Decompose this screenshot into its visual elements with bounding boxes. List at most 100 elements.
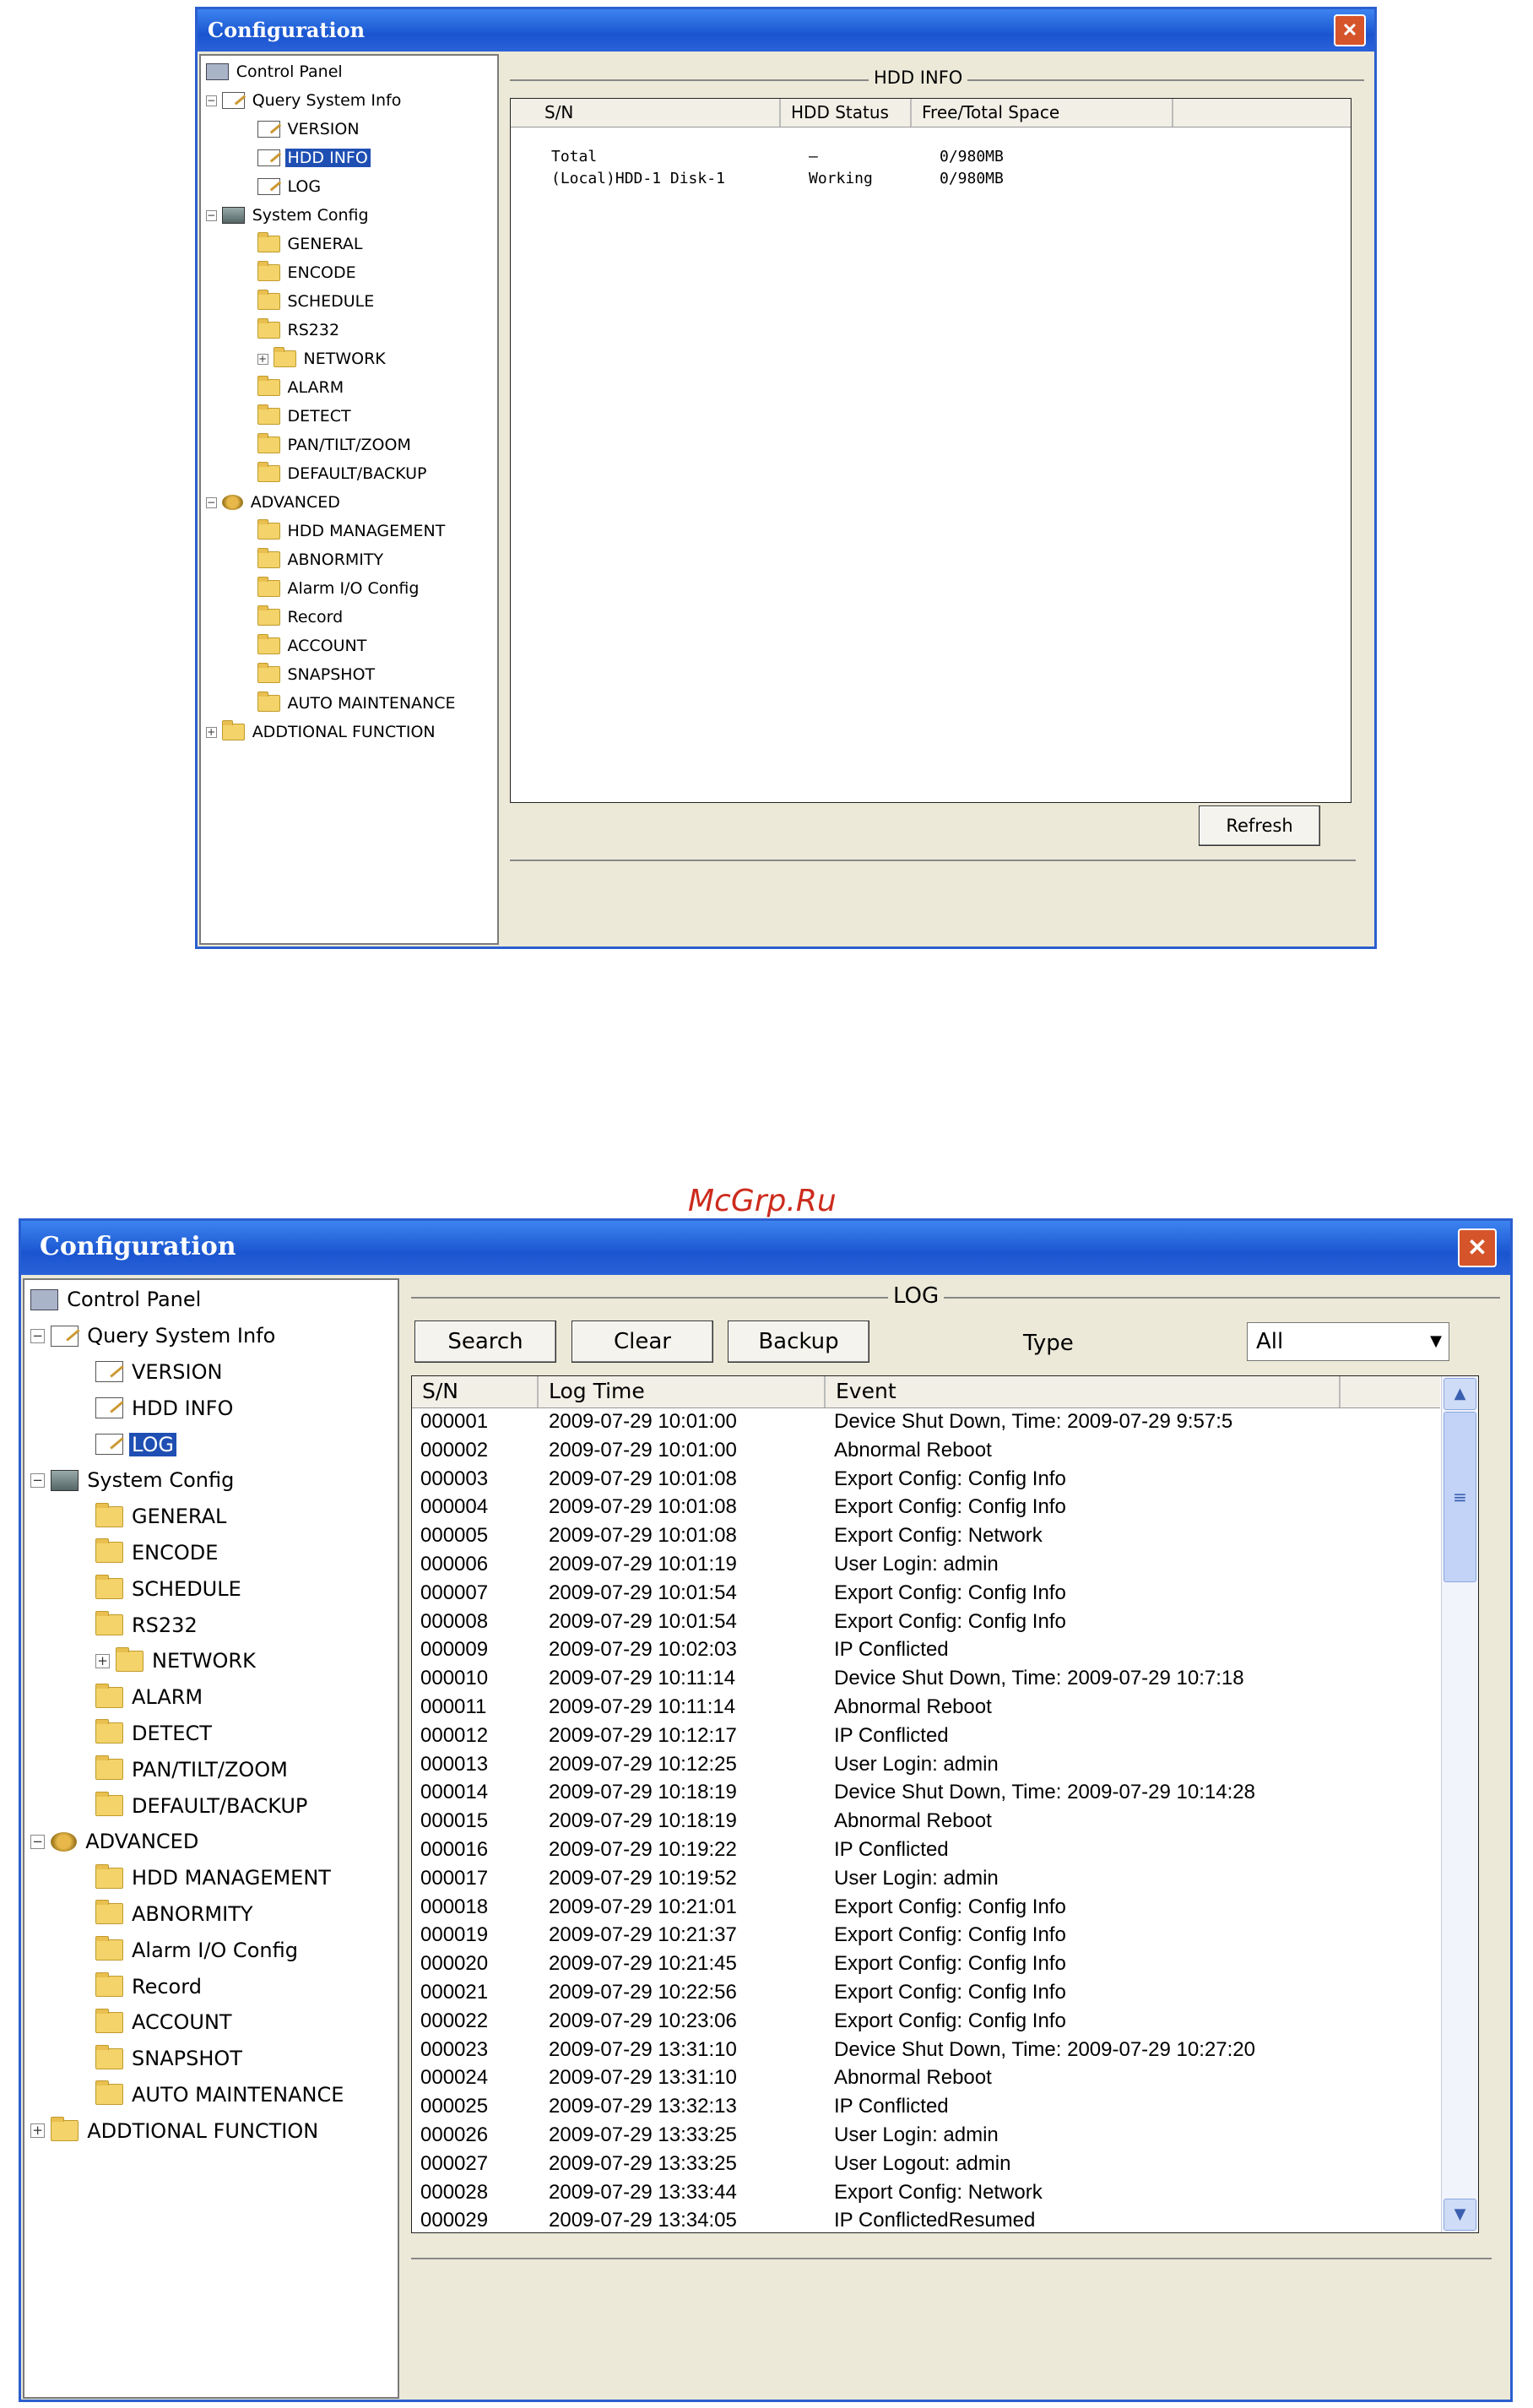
table-row[interactable]: 000015 2009-07-29 10:18:19 Abnormal Reboot	[420, 1809, 1425, 1833]
collapse-icon[interactable]: −	[30, 1834, 46, 1849]
tree-item-hdd-management[interactable]: HDD MANAGEMENT	[95, 1860, 333, 1896]
tree-item-default-backup[interactable]: DEFAULT/BACKUP	[95, 1787, 310, 1824]
table-row[interactable]: 000012 2009-07-29 10:12:17 IP Conflicted	[420, 1724, 1425, 1748]
tree-item-log[interactable]: LOG	[95, 1426, 177, 1462]
title-bar[interactable]: Configuration ✕	[21, 1221, 1510, 1275]
title-bar[interactable]: Configuration ✕	[198, 9, 1374, 52]
collapse-icon[interactable]: −	[30, 1328, 46, 1343]
tree-item-snapshot[interactable]: SNAPSHOT	[95, 2041, 245, 2077]
table-row[interactable]: Total – 0/980MB	[551, 148, 1193, 165]
tree-item-snapshot[interactable]: SNAPSHOT	[257, 660, 378, 689]
tree-item-system-config[interactable]: − System Config	[30, 1462, 236, 1499]
refresh-button[interactable]: Refresh	[1199, 805, 1320, 846]
table-row[interactable]: 000014 2009-07-29 10:18:19 Device Shut Dow…	[420, 1781, 1425, 1804]
table-row[interactable]: 000013 2009-07-29 10:12:25 User Login: adm…	[420, 1753, 1425, 1776]
tree-item-control-panel[interactable]: Control Panel	[30, 1282, 203, 1318]
table-row[interactable]: 000004 2009-07-29 10:01:08 Export Config: …	[420, 1495, 1425, 1519]
table-row[interactable]: 000005 2009-07-29 10:01:08 Export Config: …	[420, 1524, 1425, 1548]
scroll-thumb[interactable]: ≡	[1444, 1412, 1476, 1582]
table-row[interactable]: 000026 2009-07-29 13:33:25 User Login: adm…	[420, 2123, 1425, 2147]
tree-item-addtional-function[interactable]: + ADDTIONAL FUNCTION	[30, 2112, 321, 2149]
tree-item-alarm[interactable]: ALARM	[257, 373, 347, 402]
collapse-icon[interactable]: −	[205, 209, 217, 221]
tree-item-pan-tilt-zoom[interactable]: PAN/TILT/ZOOM	[95, 1751, 290, 1787]
tree-item-encode[interactable]: ENCODE	[95, 1535, 220, 1571]
tree-item-account[interactable]: ACCOUNT	[95, 2004, 235, 2041]
table-row[interactable]: 000001 2009-07-29 10:01:00 Device Shut Dow…	[420, 1410, 1425, 1434]
tree-item-schedule[interactable]: SCHEDULE	[95, 1570, 244, 1607]
tree-item-addtional-function[interactable]: + ADDTIONAL FUNCTION	[205, 718, 438, 746]
tree-item-network[interactable]: + NETWORK	[95, 1643, 258, 1679]
column-header-free-total-space[interactable]: Free/Total Space	[912, 99, 1173, 127]
collapse-icon[interactable]: −	[30, 1472, 46, 1488]
expand-icon[interactable]: +	[95, 1653, 110, 1668]
tree-item-abnormity[interactable]: ABNORMITY	[257, 545, 387, 574]
tree-item-account[interactable]: ACCOUNT	[257, 632, 370, 660]
table-row[interactable]: 000027 2009-07-29 13:33:25 User Logout: ad…	[420, 2152, 1425, 2176]
column-header-hdd-status[interactable]: HDD Status	[781, 99, 912, 127]
table-row[interactable]: 000019 2009-07-29 10:21:37 Export Config: …	[420, 1923, 1425, 1947]
table-row[interactable]: 000009 2009-07-29 10:02:03 IP Conflicted	[420, 1638, 1425, 1662]
table-row[interactable]: 000002 2009-07-29 10:01:00 Abnormal Reboot	[420, 1439, 1425, 1462]
table-row[interactable]: 000006 2009-07-29 10:01:19 User Login: adm…	[420, 1553, 1425, 1576]
tree-item-default-backup[interactable]: DEFAULT/BACKUP	[257, 459, 430, 488]
close-button[interactable]: ✕	[1334, 14, 1366, 46]
collapse-icon[interactable]: −	[205, 496, 217, 508]
tree-item-alarm-i-o-config[interactable]: Alarm I/O Config	[257, 574, 422, 603]
expand-icon[interactable]: +	[205, 726, 217, 738]
tree-item-schedule[interactable]: SCHEDULE	[257, 287, 377, 316]
search-button[interactable]: Search	[414, 1321, 556, 1363]
table-row[interactable]: 000016 2009-07-29 10:19:22 IP Conflicted	[420, 1838, 1425, 1862]
collapse-icon[interactable]: −	[205, 95, 217, 106]
tree-item-record[interactable]: Record	[257, 603, 346, 632]
tree-item-alarm[interactable]: ALARM	[95, 1679, 205, 1716]
tree-item-advanced[interactable]: − ADVANCED	[30, 1824, 201, 1860]
tree-item-auto-maintenance[interactable]: AUTO MAINTENANCE	[95, 2077, 346, 2113]
expand-icon[interactable]: +	[30, 2123, 46, 2139]
table-row[interactable]: 000007 2009-07-29 10:01:54 Export Config: …	[420, 1581, 1425, 1605]
tree-item-pan-tilt-zoom[interactable]: PAN/TILT/ZOOM	[257, 431, 414, 459]
tree-item-record[interactable]: Record	[95, 1968, 204, 2004]
table-row[interactable]: 000017 2009-07-29 10:19:52 User Login: adm…	[420, 1867, 1425, 1890]
tree-item-network[interactable]: + NETWORK	[257, 344, 388, 373]
tree-item-general[interactable]: GENERAL	[257, 230, 366, 258]
tree-item-encode[interactable]: ENCODE	[257, 258, 359, 287]
table-row[interactable]: 000024 2009-07-29 13:31:10 Abnormal Reboot	[420, 2066, 1425, 2090]
table-row[interactable]: 000011 2009-07-29 10:11:14 Abnormal Reboot	[420, 1695, 1425, 1719]
table-row[interactable]: 000028 2009-07-29 13:33:44 Export Config: …	[420, 2181, 1425, 2205]
scroll-up-button[interactable]: ▲	[1444, 1378, 1476, 1410]
table-row[interactable]: 000025 2009-07-29 13:32:13 IP Conflicted	[420, 2095, 1425, 2118]
tree-item-query-system-info[interactable]: − Query System Info	[205, 86, 404, 115]
expand-icon[interactable]: +	[257, 353, 268, 365]
tree-item-auto-maintenance[interactable]: AUTO MAINTENANCE	[257, 689, 458, 718]
close-button[interactable]: ✕	[1458, 1228, 1497, 1267]
tree-item-version[interactable]: VERSION	[95, 1354, 225, 1391]
tree-item-advanced[interactable]: − ADVANCED	[205, 488, 343, 517]
table-row[interactable]: (Local)HDD-1 Disk-1 Working 0/980MB	[551, 170, 1193, 187]
scroll-down-button[interactable]: ▼	[1444, 2199, 1476, 2231]
table-row[interactable]: 000020 2009-07-29 10:21:45 Export Config: …	[420, 1952, 1425, 1976]
type-select[interactable]: All ▼	[1247, 1322, 1449, 1361]
vertical-scrollbar[interactable]: ▲ ≡ ▼	[1441, 1376, 1478, 2232]
column-header-sn[interactable]: S/N	[511, 99, 781, 127]
tree-item-system-config[interactable]: − System Config	[205, 201, 371, 230]
table-row[interactable]: 000003 2009-07-29 10:01:08 Export Config: …	[420, 1467, 1425, 1491]
tree-item-detect[interactable]: DETECT	[257, 402, 354, 431]
table-row[interactable]: 000022 2009-07-29 10:23:06 Export Config: …	[420, 2009, 1425, 2033]
clear-button[interactable]: Clear	[571, 1321, 713, 1363]
column-header-log-time[interactable]: Log Time	[539, 1376, 826, 1407]
tree-item-hdd-info[interactable]: HDD INFO	[257, 144, 371, 172]
tree-item-detect[interactable]: DETECT	[95, 1716, 214, 1752]
tree-item-log[interactable]: LOG	[257, 172, 324, 201]
tree-item-abnormity[interactable]: ABNORMITY	[95, 1896, 256, 1933]
tree-item-query-system-info[interactable]: − Query System Info	[30, 1318, 278, 1354]
tree-item-rs232[interactable]: RS232	[257, 316, 343, 344]
tree-item-control-panel[interactable]: Control Panel	[205, 57, 345, 86]
table-row[interactable]: 000029 2009-07-29 13:34:05 IP ConflictedRe…	[420, 2209, 1425, 2232]
column-header-event[interactable]: Event	[826, 1376, 1341, 1407]
table-row[interactable]: 000023 2009-07-29 13:31:10 Device Shut Dow…	[420, 2038, 1425, 2062]
table-row[interactable]: 000021 2009-07-29 10:22:56 Export Config: …	[420, 1981, 1425, 2004]
table-row[interactable]: 000018 2009-07-29 10:21:01 Export Config: …	[420, 1895, 1425, 1919]
tree-item-version[interactable]: VERSION	[257, 115, 362, 144]
backup-button[interactable]: Backup	[728, 1321, 869, 1363]
